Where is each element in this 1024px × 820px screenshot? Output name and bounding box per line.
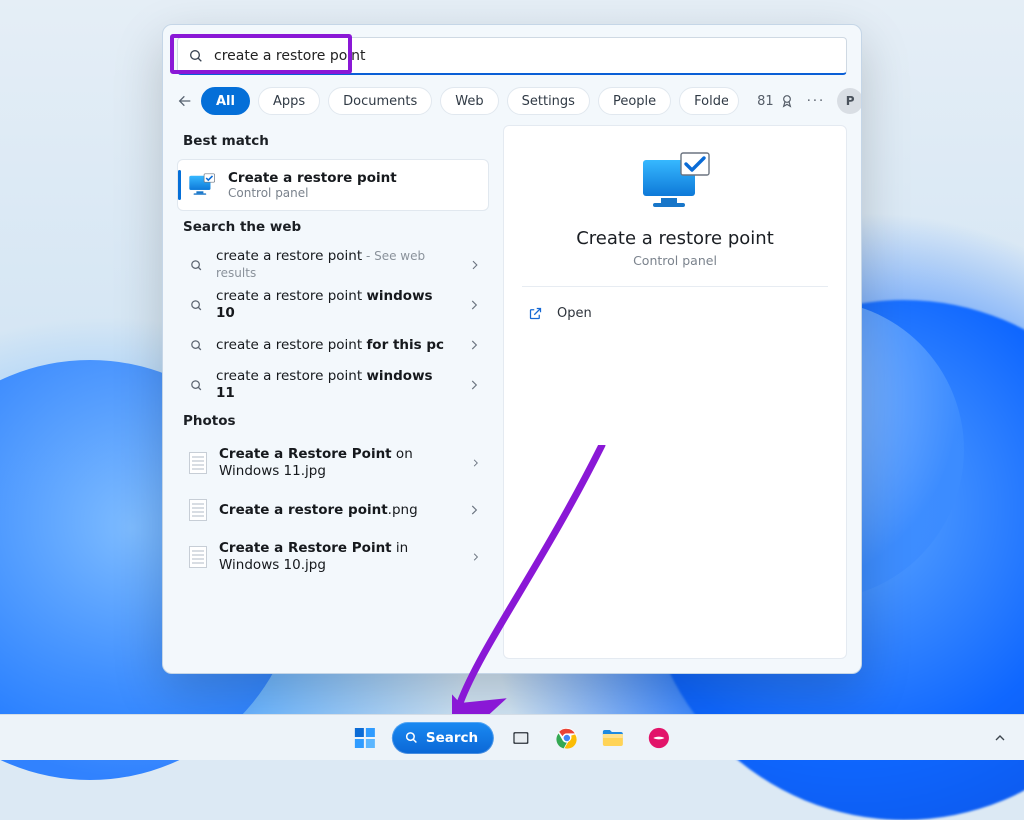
folder-icon	[601, 727, 625, 749]
web-result[interactable]: create a restore point for this pc	[177, 325, 489, 365]
divider	[522, 286, 828, 287]
tab-apps[interactable]: Apps	[258, 87, 320, 115]
app-icon	[648, 727, 670, 749]
best-match-result[interactable]: Create a restore point Control panel	[177, 159, 489, 211]
best-match-title: Create a restore point	[228, 170, 397, 186]
rewards-points-value: 81	[757, 94, 774, 109]
tab-web[interactable]: Web	[440, 87, 498, 115]
search-icon	[189, 338, 204, 353]
tab-folders[interactable]: Folders	[679, 87, 739, 115]
search-icon	[189, 298, 204, 313]
arrow-left-icon	[177, 93, 193, 109]
detail-subtitle: Control panel	[633, 253, 717, 268]
windows-search-panel: All Apps Documents Web Settings People F…	[162, 24, 862, 674]
taskbar: Search	[0, 714, 1024, 760]
open-action-label: Open	[557, 306, 592, 321]
best-match-subtitle: Control panel	[228, 186, 397, 200]
pinned-app-button[interactable]	[640, 719, 678, 757]
back-button[interactable]	[177, 88, 193, 114]
start-button[interactable]	[346, 719, 384, 757]
search-bar[interactable]	[177, 37, 847, 75]
best-match-heading: Best match	[183, 133, 489, 149]
chrome-app-button[interactable]	[548, 719, 586, 757]
chevron-right-icon	[467, 338, 481, 352]
web-heading: Search the web	[183, 219, 489, 235]
chrome-icon	[556, 727, 578, 749]
file-thumb-icon	[189, 452, 207, 474]
search-icon	[189, 258, 204, 273]
web-result[interactable]: create a restore point windows 11	[177, 365, 489, 405]
search-icon	[188, 48, 204, 64]
detail-title: Create a restore point	[576, 228, 774, 249]
open-action[interactable]: Open	[522, 295, 828, 331]
chevron-right-icon	[467, 298, 481, 312]
tab-all[interactable]: All	[201, 87, 250, 115]
open-external-icon	[528, 306, 543, 321]
show-hidden-icons-button[interactable]	[992, 730, 1008, 746]
account-avatar[interactable]: P	[837, 88, 862, 114]
windows-logo-icon	[353, 726, 377, 750]
file-explorer-button[interactable]	[594, 719, 632, 757]
search-icon	[404, 730, 419, 745]
search-icon	[189, 378, 204, 393]
more-options-button[interactable]: ···	[807, 94, 825, 109]
tab-documents[interactable]: Documents	[328, 87, 432, 115]
web-result[interactable]: create a restore point - See web results	[177, 245, 489, 285]
chevron-right-icon	[467, 378, 481, 392]
system-settings-icon	[188, 173, 216, 197]
photo-result[interactable]: Create a restore point.png	[177, 487, 489, 533]
chevron-right-icon	[470, 550, 481, 564]
photo-result[interactable]: Create a Restore Point in Windows 10.jpg	[177, 533, 489, 581]
photo-result[interactable]: Create a Restore Point on Windows 11.jpg	[177, 439, 489, 487]
search-filter-tabs: All Apps Documents Web Settings People F…	[163, 75, 861, 125]
rewards-points[interactable]: 81	[757, 93, 795, 109]
tab-settings[interactable]: Settings	[507, 87, 590, 115]
medal-icon	[779, 93, 795, 109]
file-thumb-icon	[189, 546, 207, 568]
file-thumb-icon	[189, 499, 207, 521]
task-view-button[interactable]	[502, 719, 540, 757]
chevron-right-icon	[467, 503, 481, 517]
tab-people[interactable]: People	[598, 87, 671, 115]
task-view-icon	[511, 728, 531, 748]
chevron-right-icon	[470, 456, 481, 470]
photos-heading: Photos	[183, 413, 489, 429]
taskbar-search-button[interactable]: Search	[392, 722, 494, 754]
web-result[interactable]: create a restore point windows 10	[177, 285, 489, 325]
system-settings-large-icon	[637, 150, 713, 214]
search-input[interactable]	[214, 48, 836, 64]
result-detail-pane: Create a restore point Control panel Ope…	[503, 125, 847, 659]
results-left-column: Best match Create a restore point Contro…	[177, 125, 489, 659]
chevron-right-icon	[468, 258, 481, 272]
